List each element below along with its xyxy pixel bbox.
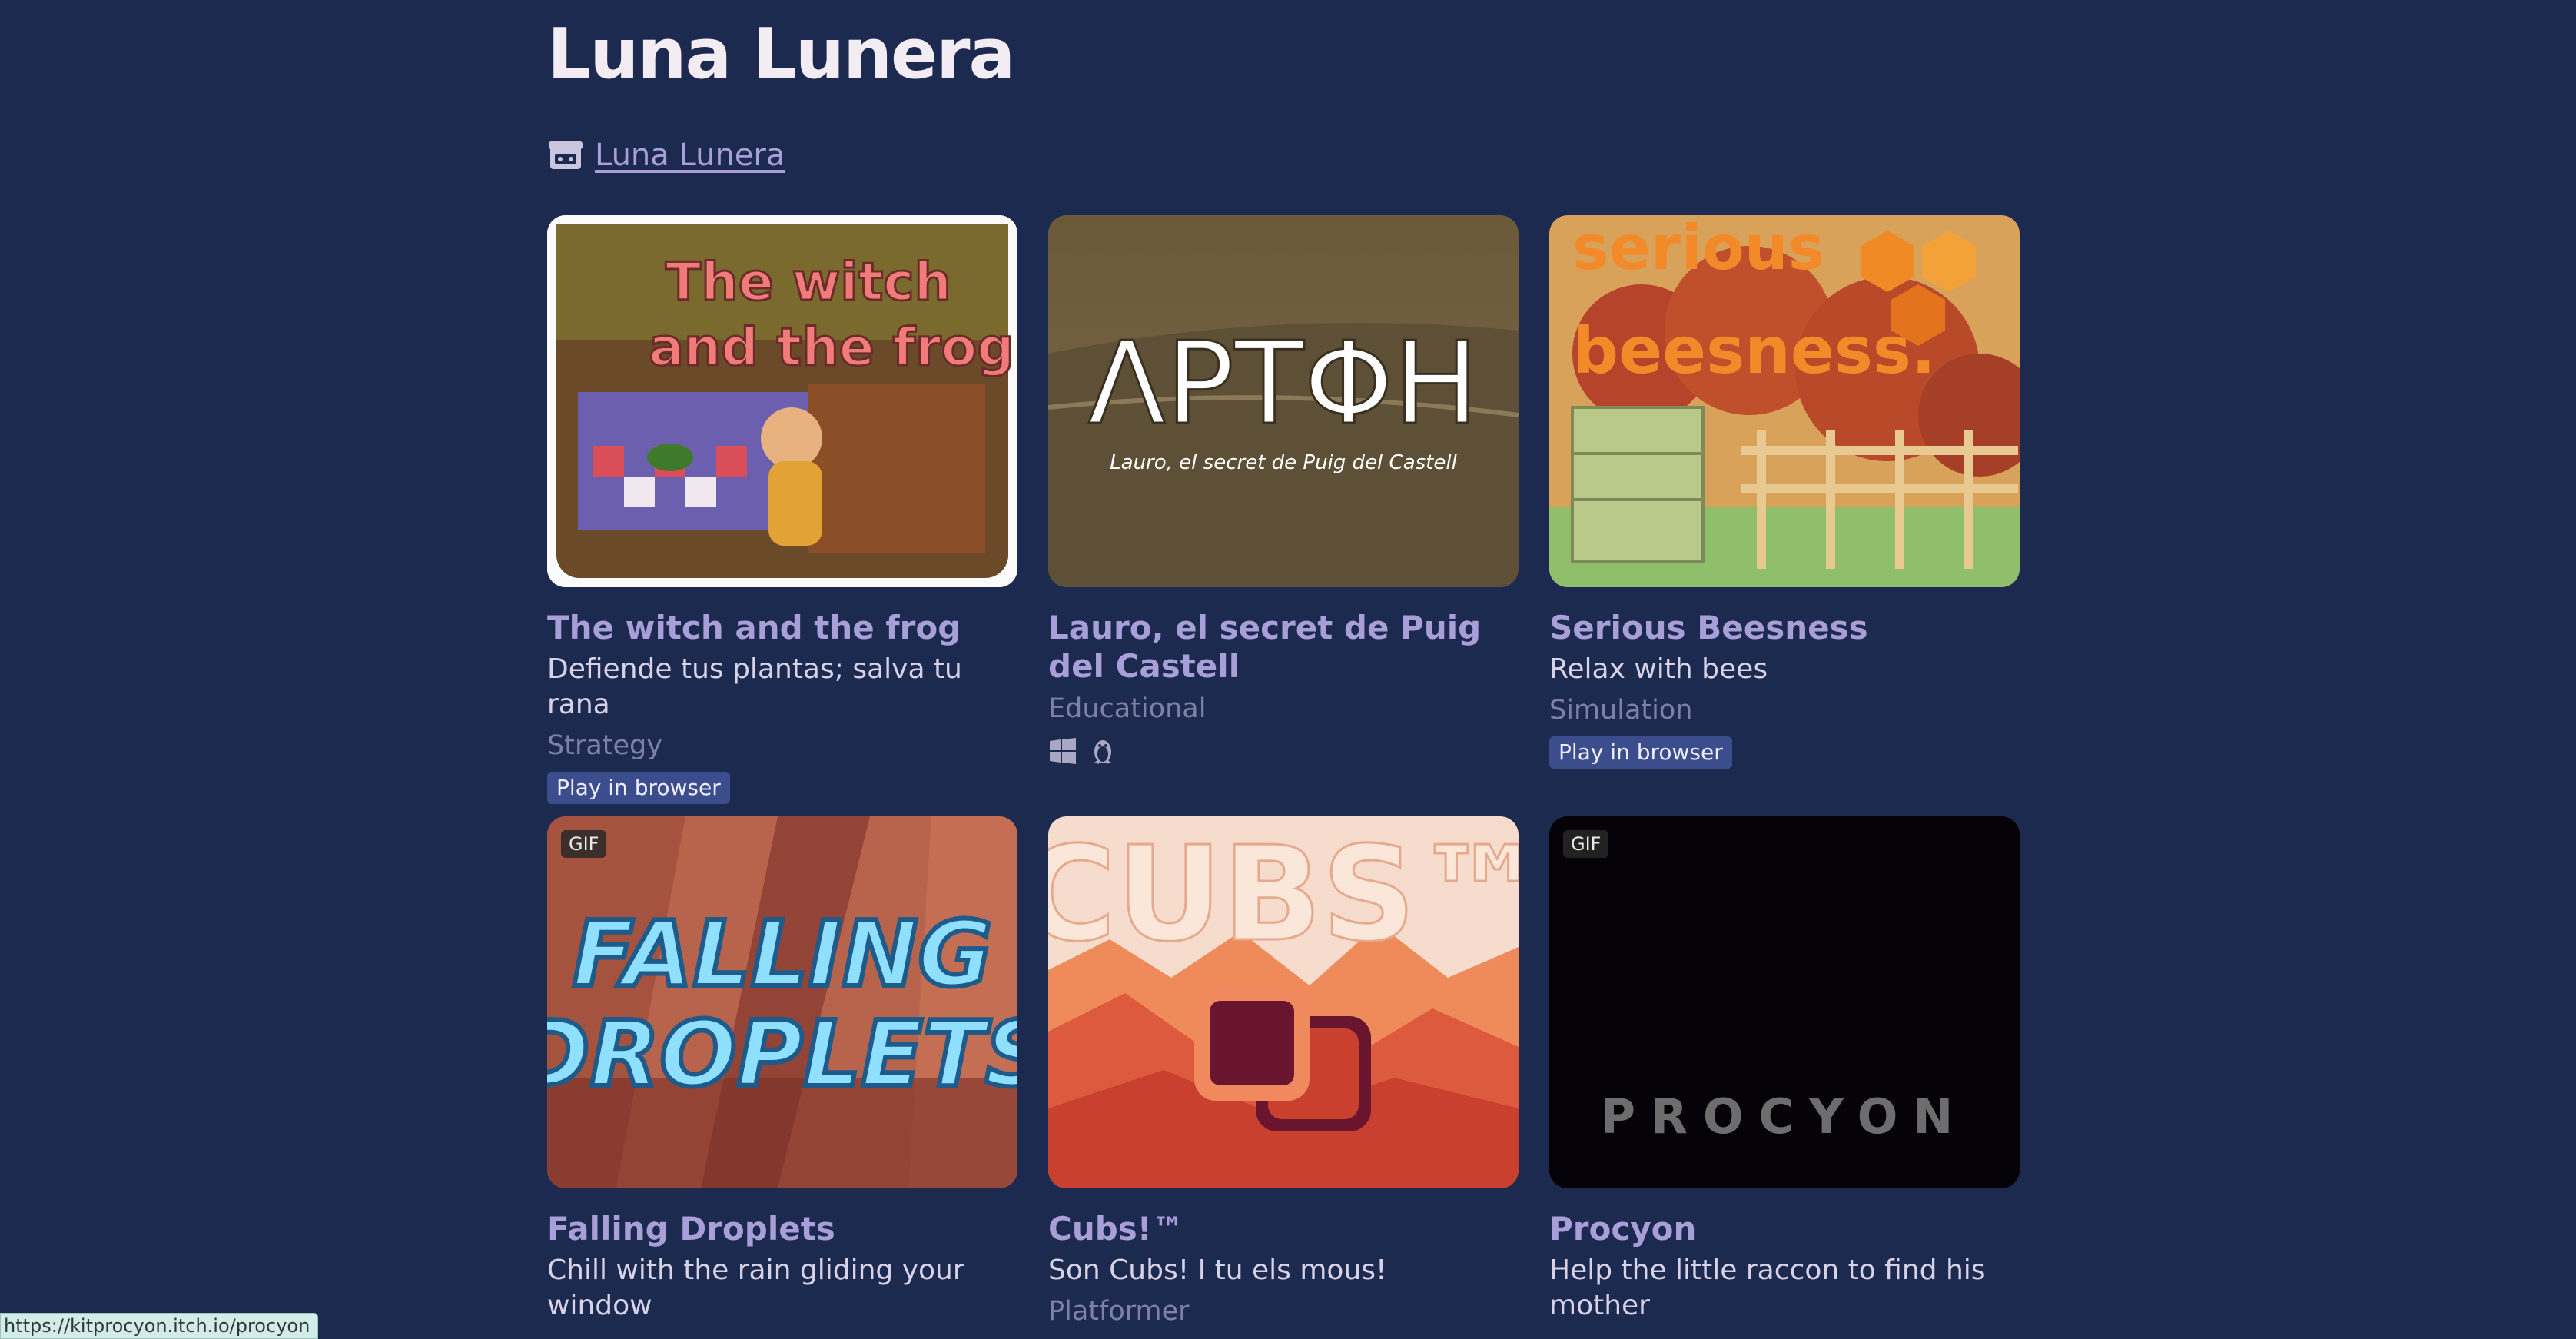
- game-description: Help the little raccon to find his mothe…: [1549, 1254, 1986, 1321]
- game-genre: Simulation: [1549, 695, 1693, 726]
- thumb-text: The witch: [666, 252, 951, 313]
- status-bar-url: https://kitprocyon.itch.io/procyon: [0, 1313, 319, 1339]
- game-description: Son Cubs! I tu els mous!: [1048, 1254, 1387, 1286]
- game-thumbnail[interactable]: ΛΡΤΦΗ Lauro, el secret de Puig del Caste…: [1048, 215, 1519, 587]
- game-thumbnail[interactable]: FALLING DROPLETS GIF: [547, 816, 1017, 1188]
- thumb-text: ΛΡΤΦΗ: [1088, 317, 1479, 450]
- game-thumbnail[interactable]: The witch and the frog: [547, 215, 1017, 587]
- game-description: Chill with the rain gliding your window: [547, 1254, 964, 1321]
- thumb-text: serious: [1572, 215, 1824, 284]
- gif-badge: GIF: [1563, 830, 1609, 858]
- thumb-text: CUBS™: [1048, 819, 1519, 971]
- game-title[interactable]: The witch and the frog: [547, 609, 1017, 647]
- cubs-cover-image: CUBS™: [1048, 816, 1519, 1188]
- itchio-store-icon: [549, 141, 583, 169]
- game-card[interactable]: serious beesness. Serious Beesness Relax…: [1549, 215, 2020, 769]
- game-card[interactable]: PROCYON GIF Procyon Help the little racc…: [1549, 816, 2020, 1324]
- platform-list: [1048, 736, 1519, 766]
- game-card[interactable]: FALLING DROPLETS GIF Falling Droplets Ch…: [547, 816, 1017, 1324]
- game-title[interactable]: Cubs!™: [1048, 1210, 1519, 1248]
- game-thumbnail[interactable]: CUBS™: [1048, 816, 1519, 1188]
- thumb-text: Lauro, el secret de Puig del Castell: [1110, 451, 1457, 474]
- game-genre: Platformer: [1048, 1296, 1190, 1327]
- witch-frog-cover-image: The witch and the frog: [547, 215, 1017, 587]
- thumb-text: PROCYON: [1601, 1088, 1969, 1145]
- play-in-browser-badge: Play in browser: [1549, 736, 1732, 769]
- game-card[interactable]: The witch and the frog The witch and the…: [547, 215, 1017, 804]
- thumb-text: FALLING: [573, 901, 993, 1007]
- thumb-text: beesness.: [1572, 313, 1936, 388]
- game-title[interactable]: Falling Droplets: [547, 1210, 1017, 1248]
- game-description: Relax with bees: [1549, 653, 1768, 685]
- game-thumbnail[interactable]: serious beesness.: [1549, 215, 2020, 587]
- game-genre: Strategy: [547, 730, 662, 761]
- thumb-text: and the frog: [649, 317, 1014, 378]
- falling-droplets-cover-image: FALLING DROPLETS: [547, 816, 1017, 1188]
- profile-row: Luna Lunera: [547, 137, 785, 174]
- page-title: Luna Lunera: [547, 14, 1015, 95]
- game-title[interactable]: Serious Beesness: [1549, 609, 2020, 647]
- game-title[interactable]: Lauro, el secret de Puig del Castell: [1048, 609, 1519, 686]
- play-in-browser-badge: Play in browser: [547, 772, 730, 804]
- game-description: Defiende tus plantas; salva tu rana: [547, 653, 962, 720]
- game-genre: Educational: [1048, 693, 1207, 724]
- procyon-cover-image: PROCYON: [1549, 816, 2020, 1188]
- profile-link[interactable]: Luna Lunera: [595, 138, 785, 173]
- thumb-text: DROPLETS: [547, 1001, 1017, 1107]
- game-card[interactable]: CUBS™ Cubs!™ Son Cubs! I tu els mous! Pl…: [1048, 816, 1519, 1328]
- linux-icon: [1094, 740, 1111, 764]
- gif-badge: GIF: [561, 830, 607, 858]
- game-thumbnail[interactable]: PROCYON GIF: [1549, 816, 2020, 1188]
- windows-icon: [1050, 738, 1076, 764]
- serious-beesness-cover-image: serious beesness.: [1549, 215, 2020, 587]
- game-card[interactable]: ΛΡΤΦΗ Lauro, el secret de Puig del Caste…: [1048, 215, 1519, 766]
- game-title[interactable]: Procyon: [1549, 1210, 2020, 1248]
- lauro-cover-image: ΛΡΤΦΗ Lauro, el secret de Puig del Caste…: [1048, 215, 1519, 587]
